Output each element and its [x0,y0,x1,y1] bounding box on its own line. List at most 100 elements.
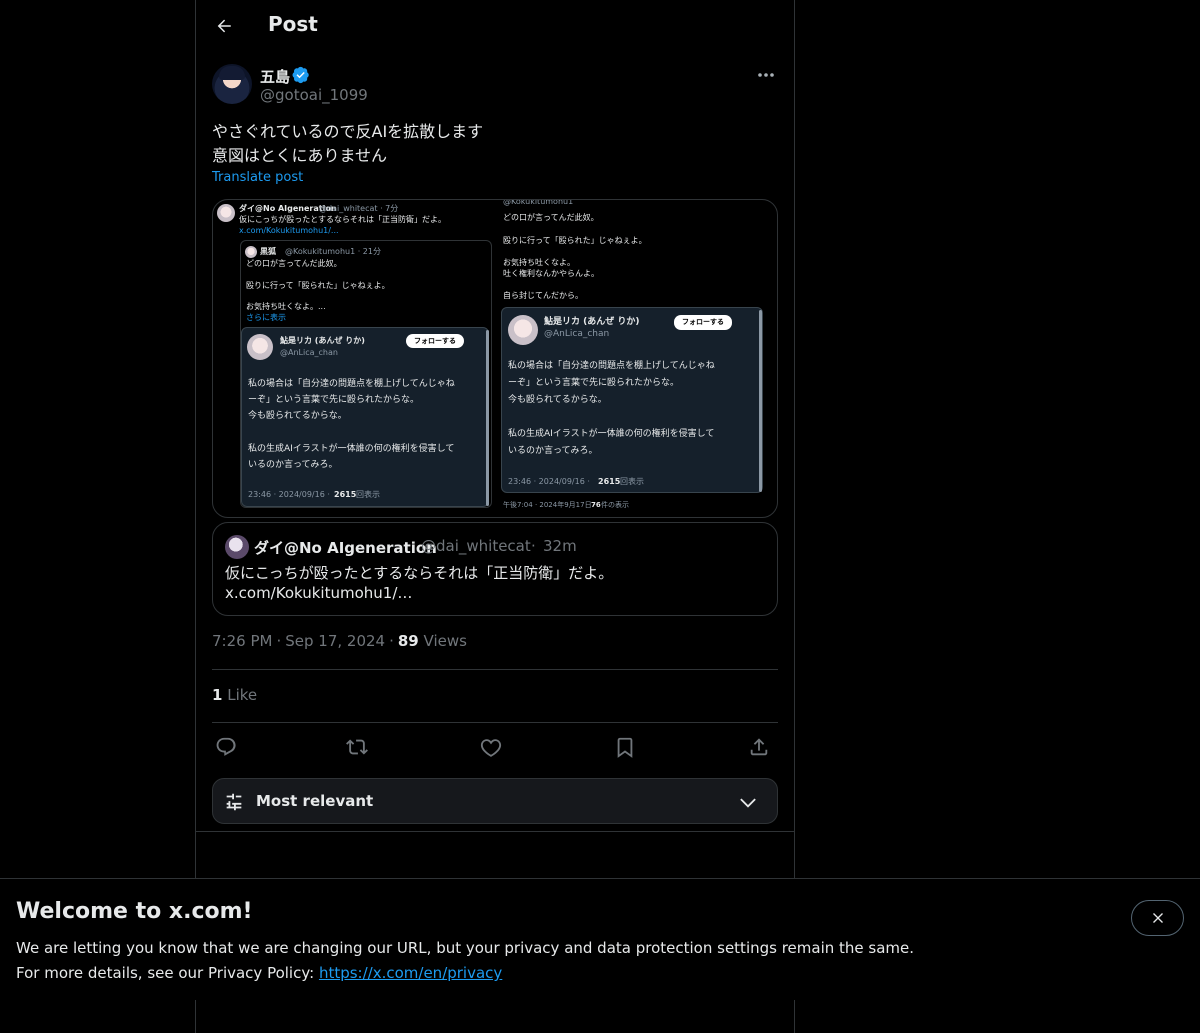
author-name[interactable]: 五島 [260,66,290,87]
post-author: 五島 @gotoai_1099 [212,64,778,108]
screenshot-avatar [245,246,257,258]
screenshot-handle: @Kokukitumohu1 · 21分 [285,247,381,256]
repost-button[interactable] [343,733,371,761]
repost-icon [346,739,368,755]
quoted-text-line: 仮にこっちが殴ったとするならそれは「正当防衛」だよ。 [225,564,614,582]
screenshot-name: 黒狐 [260,247,276,256]
banner-title: Welcome to x.com! [16,899,253,924]
reply-icon [216,737,236,756]
screenshot-embedded-card: 鮎是リカ (あんぜ りか) @AnLica_chan フォローする 私の場合は「… [501,307,763,493]
quoted-post-time: 32m [543,537,577,555]
bookmark-button[interactable] [611,733,639,761]
divider [212,669,778,670]
share-button[interactable] [745,733,773,761]
post-meta: 7:26 PM · Sep 17, 2024 · 89 Views [212,632,467,650]
like-button[interactable] [477,733,505,761]
close-banner-button[interactable] [1131,900,1184,936]
likes-summary[interactable]: 1 Like [212,686,257,704]
views-count: 89 [397,632,419,650]
post-text-line: 意図はとくにありません [212,146,388,165]
likes-count: 1 [212,686,223,704]
screenshot-views-label: 回表示 [620,477,644,486]
screenshot-line: いるのか言ってみろ。 [248,460,338,470]
separator-dot: · [531,537,536,555]
views-label: Views [423,632,467,650]
screenshot-time: 23:46 · 2024/09/16 · [248,490,330,499]
screenshot-handle: @AnLica_chan [280,348,338,357]
reply-button[interactable] [212,733,240,761]
screenshot-avatar [217,204,235,222]
reply-sort-dropdown[interactable]: Most relevant [212,778,778,824]
screenshot-line: どの口が言ってんだ此奴。 [503,213,599,222]
more-horizontal-icon [758,73,774,77]
privacy-policy-link[interactable]: https://x.com/en/privacy [319,964,502,982]
screenshot-footer-views-label: 件の表示 [601,501,629,509]
close-icon [1152,913,1163,923]
avatar[interactable] [212,64,252,104]
divider [196,831,794,832]
screenshot-views-label: 回表示 [356,490,380,499]
heart-icon [480,739,502,757]
separator-dot: · [389,632,394,650]
banner-line: For more details, see our Privacy Policy… [16,961,914,986]
screenshot-handle: @Kokukitumohu1 [503,200,574,206]
screenshot-views: 2615 [334,490,357,499]
banner-line-prefix: For more details, see our Privacy Policy… [16,964,319,982]
post-header: Post [196,0,794,53]
sort-label: Most relevant [256,792,374,810]
screenshot-line: 私の場合は「自分達の問題点を棚上げしてんじゃね [508,361,715,371]
screenshot-quote-card: 黒狐 @Kokukitumohu1 · 21分 どの口が言ってんだ此奴。 殴りに… [240,240,492,508]
screenshot-line: 殴りに行って「殴られた」じゃねぇよ。 [503,236,647,245]
share-icon [750,738,768,756]
screenshot-link: x.com/Kokukitumohu1/... [239,226,339,235]
screenshot-avatar [508,315,538,345]
post-media[interactable]: ダイ@No AIgeneration @dai_whitecat · 7分 仮に… [212,199,778,518]
welcome-banner: Welcome to x.com! We are letting you kno… [0,878,1200,1000]
post-time[interactable]: 7:26 PM [212,632,272,650]
quoted-text-link: x.com/Kokukitumohu1/… [225,584,413,602]
screenshot-more-link: さらに表示 [246,313,286,322]
verified-badge-icon [292,66,309,84]
screenshot-line: 私の生成AIイラストが一体誰の何の権利を侵害して [248,444,455,454]
quoted-author-name: ダイ@No AIgeneration [254,539,437,557]
screenshot-line: 今も殴られてるからな。 [508,395,607,405]
screenshot-views: 2615 [598,477,621,486]
screenshot-line: いるのか言ってみろ。 [508,446,598,456]
separator-dot: · [276,632,282,650]
screenshot-time: 23:46 · 2024/09/16 · [508,477,590,486]
banner-text: We are letting you know that we are chan… [16,936,914,986]
screenshot-line: 吐く権利なんかやらんよ。 [503,269,599,278]
quoted-author-handle: @dai_whitecat [421,537,531,555]
page-title: Post [268,12,318,36]
screenshot-scrollbar [486,330,489,506]
quoted-post[interactable]: ダイ@No AIgeneration @dai_whitecat · 32m 仮… [212,522,778,616]
screenshot-name: 鮎是リカ (あんぜ りか) [544,317,640,327]
translate-post-link[interactable]: Translate post [212,170,303,185]
screenshot-line: 殴りに行って「殴られた」じゃねぇよ。 [246,281,390,290]
chevron-down-icon [740,798,756,808]
sliders-icon [226,793,242,811]
screenshot-line: 自ら封じてんだから。 [503,291,583,300]
post-date[interactable]: Sep 17, 2024 [285,632,385,650]
author-handle[interactable]: @gotoai_1099 [260,86,368,104]
media-image-right[interactable]: @Kokukitumohu1 どの口が言ってんだ此奴。 殴りに行って「殴られた」… [495,200,777,517]
screenshot-line: 私の場合は「自分達の問題点を棚上げしてんじゃね [248,379,455,389]
bookmark-icon [617,737,633,758]
screenshot-line: 私の生成AIイラストが一体誰の何の権利を侵害して [508,429,715,439]
likes-label: Like [227,686,258,704]
screenshot-footer-time: 午後7:04 · 2024年9月17日 · [503,501,597,509]
screenshot-line: どの口が言ってんだ此奴。 [246,259,342,268]
screenshot-handle: @AnLica_chan [544,329,610,339]
screenshot-line: ーぞ」という言葉で先に殴られたからな。 [248,395,420,405]
screenshot-scrollbar [759,310,762,492]
post-text: やさぐれているので反AIを拡散します 意図はとくにありません [212,120,778,168]
screenshot-line: ーぞ」という言葉で先に殴られたからな。 [508,378,680,388]
back-button[interactable] [210,12,238,40]
media-image-left[interactable]: ダイ@No AIgeneration @dai_whitecat · 7分 仮に… [213,200,495,517]
avatar [225,535,249,559]
screenshot-follow-button: フォローする [674,315,732,330]
banner-line: We are letting you know that we are chan… [16,939,915,957]
more-button[interactable] [754,64,778,86]
arrow-left-icon [217,19,231,33]
action-bar [212,733,778,761]
